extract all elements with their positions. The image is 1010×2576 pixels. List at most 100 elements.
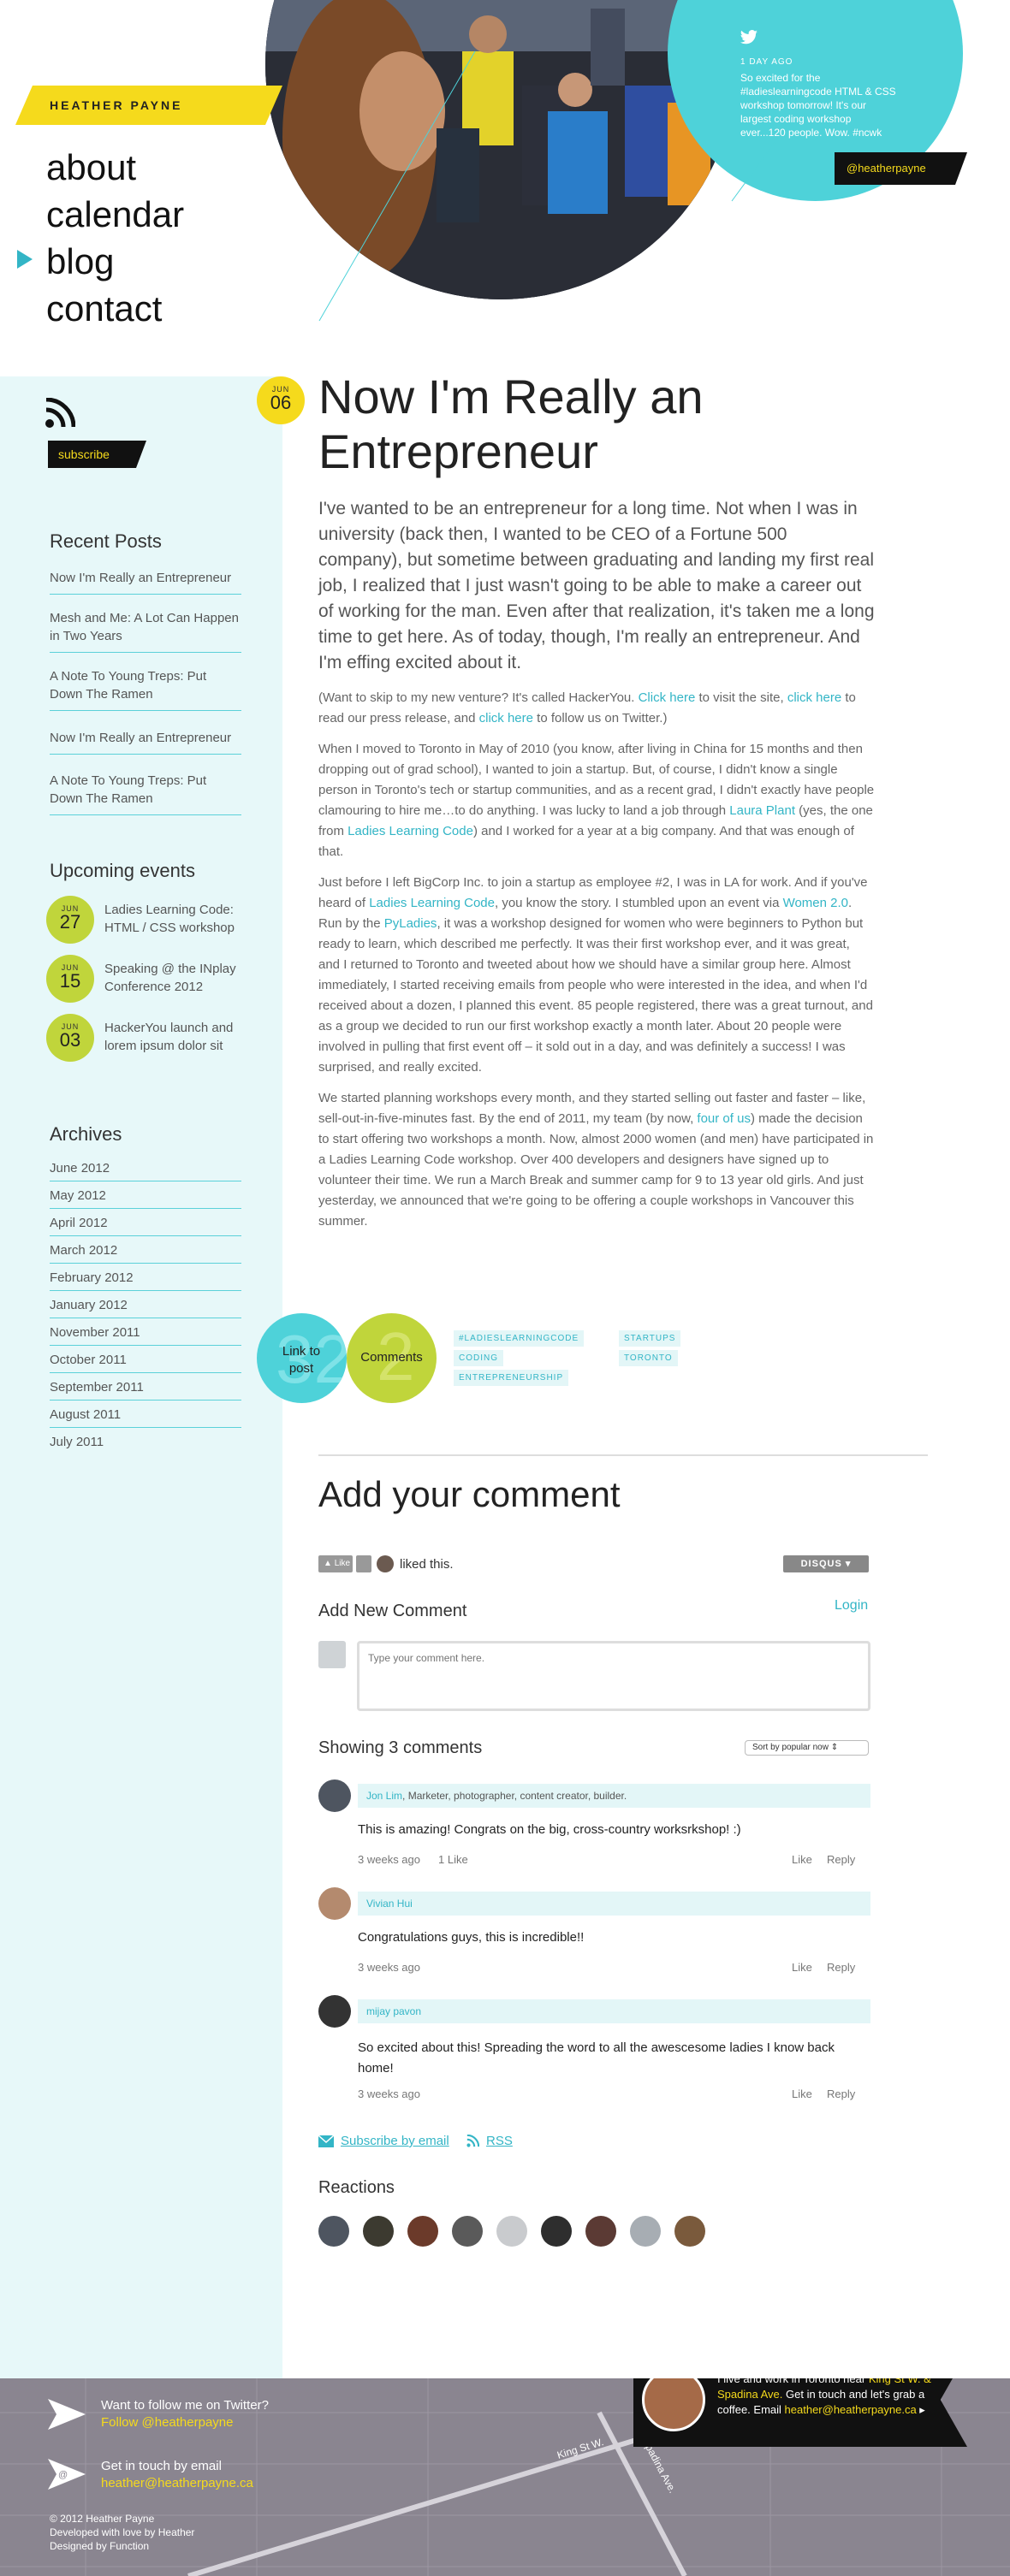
archive-link[interactable]: February 2012 xyxy=(50,1270,241,1291)
tag-link[interactable]: TORONTO xyxy=(619,1350,678,1366)
login-link[interactable]: Login xyxy=(835,1598,868,1614)
ladies-learning-code-link[interactable]: Ladies Learning Code xyxy=(348,824,473,838)
archive-link[interactable]: March 2012 xyxy=(50,1243,241,1264)
twitter-icon xyxy=(48,2399,86,2430)
archive-link[interactable]: July 2011 xyxy=(50,1435,241,1454)
disqus-badge[interactable]: DISQUS ▾ xyxy=(783,1555,869,1572)
press-release-link[interactable]: click here xyxy=(787,690,841,705)
commenter-name[interactable]: Jon Lim xyxy=(366,1790,402,1802)
reaction-avatar[interactable] xyxy=(630,2216,661,2247)
reaction-avatar[interactable] xyxy=(541,2216,572,2247)
add-new-comment-title: Add New Comment xyxy=(318,1602,467,1620)
archive-link[interactable]: August 2011 xyxy=(50,1407,241,1428)
link-to-post-button[interactable]: 32 Link to post xyxy=(257,1313,347,1403)
recent-post-link[interactable]: Now I'm Really an Entrepreneur xyxy=(50,569,241,595)
reaction-avatar[interactable] xyxy=(496,2216,527,2247)
comments-count-button[interactable]: 2 Comments xyxy=(347,1313,437,1403)
rss-link[interactable]: RSS xyxy=(486,2134,513,2148)
comment-like-button[interactable]: Like xyxy=(792,1961,812,1974)
reaction-avatar[interactable] xyxy=(407,2216,438,2247)
nav-contact[interactable]: contact xyxy=(46,287,162,331)
post-paragraph: (Want to skip to my new venture? It's ca… xyxy=(318,690,856,725)
event-title-link[interactable]: Ladies Learning Code: HTML / CSS worksho… xyxy=(104,901,258,937)
event-title-link[interactable]: Speaking @ the INplay Conference 2012 xyxy=(104,960,258,996)
event-title-link[interactable]: HackerYou launch and lorem ipsum dolor s… xyxy=(104,1019,258,1055)
comment-input[interactable] xyxy=(357,1641,870,1711)
showing-comments: Showing 3 comments xyxy=(318,1738,483,1757)
comment-like-button[interactable]: Like xyxy=(792,2087,812,2100)
tag-link[interactable]: CODING xyxy=(454,1350,503,1366)
nav-about[interactable]: about xyxy=(46,145,136,190)
post-date-badge: JUN 06 xyxy=(257,376,305,424)
event-date-badge: JUN 03 xyxy=(46,1014,94,1062)
location-text: I live and work in Toronto near King St … xyxy=(717,2378,931,2418)
post-paragraph: We started planning workshops every mont… xyxy=(318,1091,874,1229)
recent-post-link[interactable]: A Note To Young Treps: Put Down The Rame… xyxy=(50,667,241,711)
commenter-avatar[interactable] xyxy=(318,1995,351,2028)
avatar xyxy=(377,1555,394,1572)
post-paragraph: Just before I left BigCorp Inc. to join … xyxy=(318,875,873,1075)
site-name: HEATHER PAYNE xyxy=(50,98,183,112)
like-button[interactable]: ▲ Like xyxy=(318,1555,353,1572)
post-paragraph: When I moved to Toronto in May of 2010 (… xyxy=(318,742,875,859)
commenter-avatar[interactable] xyxy=(318,1887,351,1920)
comment-reply-button[interactable]: Reply xyxy=(827,1853,855,1866)
designed-by: Designed by Function xyxy=(50,2540,150,2552)
nav-blog[interactable]: blog xyxy=(46,240,114,284)
subscribe-by-email-link[interactable]: Subscribe by email xyxy=(341,2134,449,2148)
reaction-avatar[interactable] xyxy=(452,2216,483,2247)
dislike-button[interactable] xyxy=(356,1555,371,1572)
archive-link[interactable]: January 2012 xyxy=(50,1298,241,1318)
tag-link[interactable]: #LADIESLEARNINGCODE xyxy=(454,1330,585,1347)
recent-post-link[interactable]: Now I'm Really an Entrepreneur xyxy=(50,729,241,755)
comment-time[interactable]: 3 weeks ago xyxy=(358,1853,420,1866)
comment-like-button[interactable]: Like xyxy=(792,1853,812,1866)
comment-reply-button[interactable]: Reply xyxy=(827,1961,855,1974)
tag-link[interactable]: ENTREPRENEURSHIP xyxy=(454,1370,569,1386)
footer-email-link[interactable]: heather@heatherpayne.ca xyxy=(101,2475,253,2492)
recent-post-link[interactable]: A Note To Young Treps: Put Down The Rame… xyxy=(50,772,241,815)
nav-calendar[interactable]: calendar xyxy=(46,192,184,237)
comment-reply-button[interactable]: Reply xyxy=(827,2087,855,2100)
commenter-avatar[interactable] xyxy=(318,1780,351,1812)
sort-select[interactable]: Sort by popular now ⇕ xyxy=(745,1740,869,1756)
pyladies-link[interactable]: PyLadies xyxy=(384,916,437,931)
hackeryou-link[interactable]: Click here xyxy=(639,690,696,705)
archive-link[interactable]: May 2012 xyxy=(50,1188,241,1209)
comments-label: Comments xyxy=(360,1350,423,1365)
location-card: I live and work in Toronto near King St … xyxy=(633,2378,967,2447)
comment-time[interactable]: 3 weeks ago xyxy=(358,1961,420,1974)
reaction-avatar[interactable] xyxy=(674,2216,705,2247)
archive-link[interactable]: September 2011 xyxy=(50,1380,241,1401)
footer-twitter-text: Want to follow me on Twitter? xyxy=(101,2398,269,2413)
rss-icon[interactable] xyxy=(45,398,75,429)
laura-plant-link[interactable]: Laura Plant xyxy=(729,803,795,818)
comment-time[interactable]: 3 weeks ago xyxy=(358,2087,420,2100)
site-logo[interactable]: HEATHER PAYNE xyxy=(15,86,282,125)
reaction-avatar[interactable] xyxy=(363,2216,394,2247)
footer-twitter-link[interactable]: Follow @heatherpayne xyxy=(101,2414,233,2431)
tag-link[interactable]: STARTUPS xyxy=(619,1330,681,1347)
ladies-learning-code-link[interactable]: Ladies Learning Code xyxy=(369,896,495,910)
reaction-avatar[interactable] xyxy=(585,2216,616,2247)
add-comment-title: Add your comment xyxy=(318,1474,621,1514)
women-2-link[interactable]: Women 2.0 xyxy=(783,896,848,910)
user-avatar-placeholder xyxy=(318,1641,346,1668)
commenter-name[interactable]: mijay pavon xyxy=(366,2005,421,2017)
recent-post-link[interactable]: Mesh and Me: A Lot Can Happen in Two Yea… xyxy=(50,609,241,653)
profile-avatar xyxy=(642,2378,705,2431)
footer-email-text: Get in touch by email xyxy=(101,2459,222,2473)
archive-link[interactable]: November 2011 xyxy=(50,1325,241,1346)
comment-item: mijay pavon So excited about this! Sprea… xyxy=(318,1995,870,2106)
subscribe-button[interactable]: subscribe xyxy=(48,441,146,468)
subscribe-label: subscribe xyxy=(58,447,110,461)
twitter-follow-link[interactable]: click here xyxy=(479,711,533,725)
four-of-us-link[interactable]: four of us xyxy=(697,1111,751,1126)
archive-link[interactable]: June 2012 xyxy=(50,1161,241,1181)
commenter-name[interactable]: Vivian Hui xyxy=(366,1898,413,1910)
archive-link[interactable]: October 2011 xyxy=(50,1353,241,1373)
reaction-avatar[interactable] xyxy=(318,2216,349,2247)
location-email-link[interactable]: heather@heatherpayne.ca xyxy=(785,2403,917,2416)
archive-link[interactable]: April 2012 xyxy=(50,1216,241,1236)
email-icon xyxy=(318,2135,334,2147)
